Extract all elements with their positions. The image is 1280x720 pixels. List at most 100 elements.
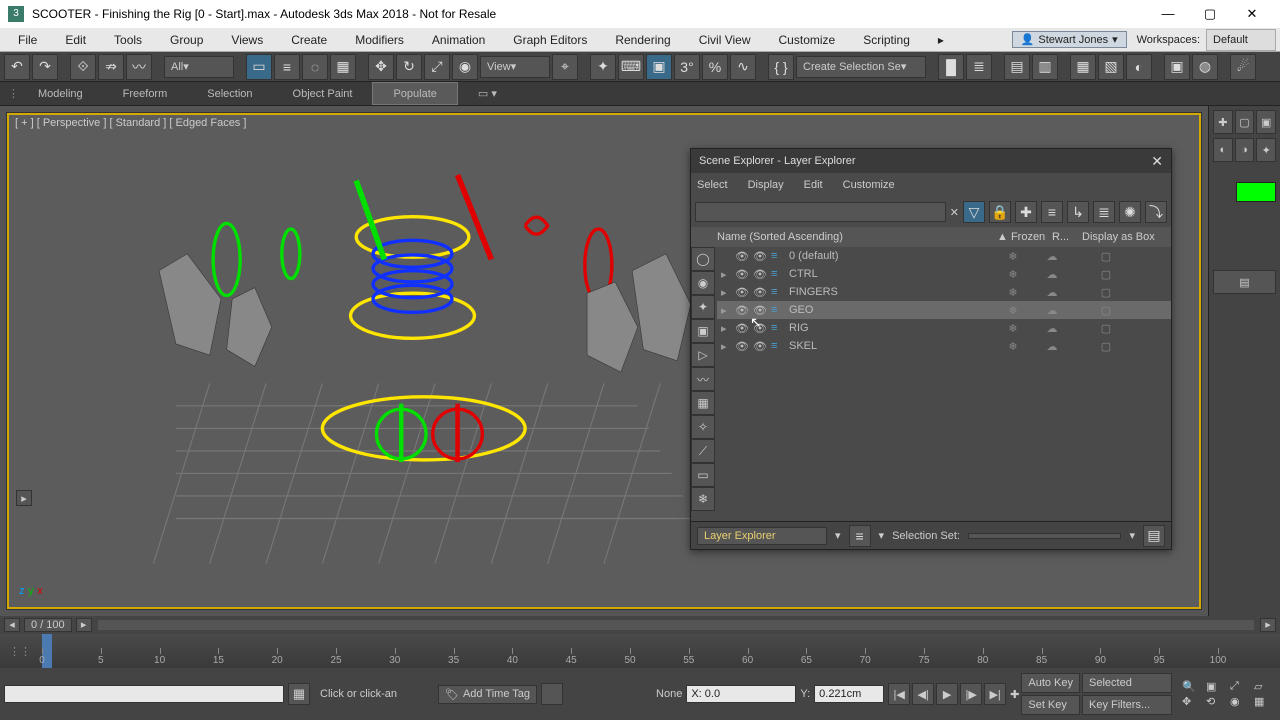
edit-named-sel-button[interactable]: { }: [768, 54, 794, 80]
cp-misc-button[interactable]: ▤: [1213, 270, 1276, 294]
display-as-box[interactable]: ▢: [1071, 268, 1141, 281]
undo-button[interactable]: ↶: [4, 54, 30, 80]
close-button[interactable]: ✕: [1232, 2, 1272, 26]
goto-start[interactable]: |◀: [888, 683, 910, 705]
se-col-box[interactable]: Display as Box: [1082, 231, 1167, 243]
max-button[interactable]: ▢: [1190, 2, 1230, 26]
se-filter-button[interactable]: ▽: [963, 201, 985, 223]
visibility-icon[interactable]: 👁: [735, 304, 749, 317]
se-titlebar[interactable]: Scene Explorer - Layer Explorer ✕: [691, 149, 1171, 173]
menu-civilview[interactable]: Civil View: [685, 28, 765, 51]
se-filter-helper[interactable]: ▷: [691, 343, 715, 367]
slider-end[interactable]: ▸: [1260, 618, 1276, 632]
layer-row[interactable]: ▸👁👁≡CTRL❄☁▢: [717, 265, 1171, 283]
se-close-button[interactable]: ✕: [1151, 153, 1163, 170]
ribbon-freeform[interactable]: Freeform: [103, 82, 188, 105]
scene-explorer[interactable]: Scene Explorer - Layer Explorer ✕ Select…: [690, 148, 1172, 550]
ribbon-selection[interactable]: Selection: [187, 82, 272, 105]
display-as-box[interactable]: ▢: [1071, 304, 1141, 317]
key-filters-button[interactable]: Key Filters...: [1082, 695, 1172, 715]
ribbon-populate[interactable]: Populate: [372, 82, 457, 105]
material-editor-button[interactable]: ◐: [1126, 54, 1152, 80]
layer-row[interactable]: ▸👁👁≡FINGERS❄☁▢: [717, 283, 1171, 301]
slider-right[interactable]: ▸: [76, 618, 92, 632]
cp-motion-tab[interactable]: ◐: [1213, 138, 1233, 162]
cp-modify-tab[interactable]: ▢: [1235, 110, 1255, 134]
se-col-ren[interactable]: R...: [1052, 231, 1082, 243]
menu-scripting[interactable]: Scripting: [849, 28, 924, 51]
visibility-icon[interactable]: 👁: [735, 340, 749, 353]
bind-spacewarp-button[interactable]: 〰: [126, 54, 152, 80]
add-time-tag[interactable]: 🏷 Add Time Tag: [438, 685, 537, 704]
render-cell[interactable]: ☁: [1037, 322, 1067, 335]
menu-edit[interactable]: Edit: [51, 28, 100, 51]
render-cell[interactable]: ☁: [1037, 268, 1067, 281]
rotate-button[interactable]: ↻: [396, 54, 422, 80]
frozen-cell[interactable]: ❄: [993, 268, 1033, 281]
goto-end[interactable]: ▶|: [984, 683, 1006, 705]
se-highlight-button[interactable]: ✺: [1119, 201, 1141, 223]
se-addchild-button[interactable]: ↳: [1067, 201, 1089, 223]
freeze-icon[interactable]: 👁: [753, 304, 767, 317]
pivot-button[interactable]: ⌖: [552, 54, 578, 80]
percent-snap-button[interactable]: %: [702, 54, 728, 80]
freeze-icon[interactable]: 👁: [753, 322, 767, 335]
visibility-icon[interactable]: 👁: [735, 250, 749, 263]
named-selection-combo[interactable]: Create Selection Se ▾: [796, 56, 926, 78]
max-viewport-button[interactable]: ▦: [1254, 695, 1276, 708]
layer-row[interactable]: ▸👁👁≡RIG❄☁▢: [717, 319, 1171, 337]
se-col-name[interactable]: Name (Sorted Ascending): [717, 231, 997, 243]
ref-coord-combo[interactable]: View ▾: [480, 56, 550, 78]
se-clear-search[interactable]: ✕: [950, 206, 959, 219]
cp-hierarchy-tab[interactable]: ▣: [1256, 110, 1276, 134]
user-signin[interactable]: 👤 Stewart Jones ▾: [1012, 31, 1127, 48]
se-filter-geometry[interactable]: ◉: [691, 271, 715, 295]
frozen-cell[interactable]: ❄: [993, 286, 1033, 299]
freeze-icon[interactable]: 👁: [753, 250, 767, 263]
placement-button[interactable]: ◉: [452, 54, 478, 80]
menu-help-icon[interactable]: ▸: [924, 28, 958, 51]
next-frame[interactable]: |▶: [960, 683, 982, 705]
auto-key-button[interactable]: Auto Key: [1021, 673, 1080, 693]
viewcube-gizmo[interactable]: z y x: [19, 582, 43, 597]
visibility-icon[interactable]: 👁: [735, 286, 749, 299]
keyboard-shortcut-button[interactable]: ⌨: [618, 54, 644, 80]
se-menu-customize[interactable]: Customize: [843, 179, 895, 191]
schematic-view-button[interactable]: ▧: [1098, 54, 1124, 80]
orbit-button[interactable]: ◉: [1230, 695, 1252, 708]
cp-utilities-tab[interactable]: ✦: [1256, 138, 1276, 162]
fov-button[interactable]: ▱: [1254, 680, 1276, 693]
isolate-button[interactable]: [541, 683, 563, 705]
se-filter-all[interactable]: ◯: [691, 247, 715, 271]
se-lock-button[interactable]: 🔒: [989, 201, 1011, 223]
menu-tools[interactable]: Tools: [100, 28, 156, 51]
se-layers-button[interactable]: ≡: [849, 525, 871, 547]
menu-rendering[interactable]: Rendering: [601, 28, 684, 51]
selection-filter[interactable]: All ▾: [164, 56, 234, 78]
ribbon-handle[interactable]: ⋮: [8, 87, 18, 100]
ruler-handle[interactable]: ⋮⋮: [0, 634, 40, 668]
layer-explorer-button[interactable]: ▤: [1004, 54, 1030, 80]
snaps-toggle-button[interactable]: ▣: [646, 54, 672, 80]
render-cell[interactable]: ☁: [1037, 286, 1067, 299]
zoom-extents-button[interactable]: ⤢: [1230, 680, 1252, 693]
cp-create-tab[interactable]: ✚: [1213, 110, 1233, 134]
toggle-layer-button[interactable]: ▥: [1032, 54, 1058, 80]
spinner-snap-button[interactable]: ∿: [730, 54, 756, 80]
se-filter-xref[interactable]: ✧: [691, 415, 715, 439]
freeze-icon[interactable]: 👁: [753, 268, 767, 281]
layer-row[interactable]: 👁👁≡0 (default)❄☁▢: [717, 247, 1171, 265]
render-button[interactable]: ☄: [1230, 54, 1256, 80]
zoom-all-button[interactable]: ▣: [1206, 680, 1228, 693]
maxscript-listener[interactable]: [4, 685, 284, 703]
render-cell[interactable]: ☁: [1037, 340, 1067, 353]
freeze-icon[interactable]: 👁: [753, 340, 767, 353]
se-more-button[interactable]: ⤵: [1145, 201, 1167, 223]
se-newlayer-button[interactable]: ✚: [1015, 201, 1037, 223]
time-ruler[interactable]: ⋮⋮ 0510152025303540455055606570758085909…: [0, 634, 1280, 668]
layer-row[interactable]: ▸👁👁≡SKEL❄☁▢: [717, 337, 1171, 355]
menu-modifiers[interactable]: Modifiers: [341, 28, 418, 51]
select-object-button[interactable]: ▭: [246, 54, 272, 80]
zoom-button[interactable]: 🔍: [1182, 680, 1204, 693]
se-columns[interactable]: Name (Sorted Ascending) ▲ Frozen R... Di…: [691, 227, 1171, 247]
